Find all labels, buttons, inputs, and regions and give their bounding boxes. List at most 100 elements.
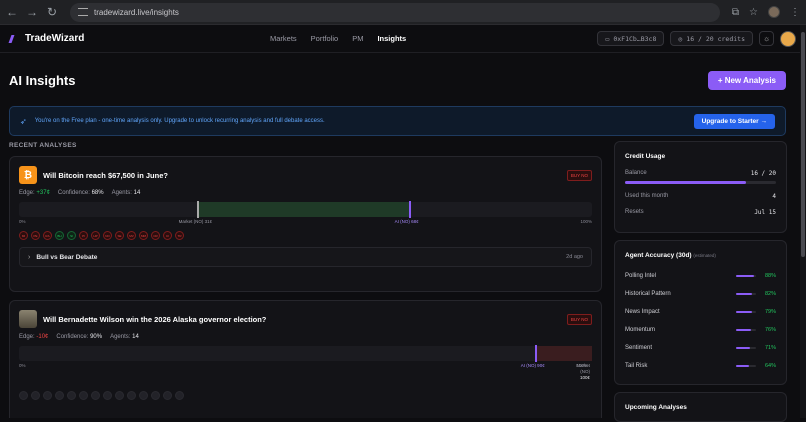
market-price-label: Market (NO) 31¢ [178,219,213,224]
estimated-note: (estimated) [693,253,716,258]
accuracy-bar-fill [736,311,752,313]
reload-icon[interactable]: ↻ [46,5,58,19]
profile-avatar[interactable] [768,6,780,18]
nav-markets[interactable]: Markets [270,34,297,43]
scale-min: 0% [19,219,26,224]
agents-label: Agents: [111,190,132,196]
credit-usage-panel: Credit Usage Balance 16 / 20 Used this m… [614,141,787,233]
agent-chip[interactable]: NO [103,231,112,240]
app-header: TradeWizard Markets Portfolio PM Insight… [0,25,806,53]
accuracy-pct: 71% [764,345,776,351]
credits-pill[interactable]: ◎ 16 / 20 credits [670,31,753,46]
confidence-label: Confidence: [57,190,90,196]
market-marker [196,201,199,218]
page-title: AI Insights [9,73,76,88]
site-settings-icon[interactable] [78,8,88,16]
candidate-photo [19,310,37,328]
agent-chip-placeholder [91,391,100,400]
used-label: Used this month [625,193,669,199]
nav-pm[interactable]: PM [352,34,363,43]
install-icon[interactable]: ⧉ [732,7,739,18]
agents-value: 14 [133,190,141,196]
agent-chip[interactable]: MM [139,231,148,240]
agent-chip-placeholder [19,391,28,400]
agent-chip[interactable]: RA [43,231,52,240]
balance-value: 16 / 20 [750,170,776,177]
agent-chip[interactable]: CR [151,231,160,240]
agent-chip[interactable]: SE [115,231,124,240]
address-bar[interactable]: tradewizard.live/insights [70,2,720,22]
confidence-stat: Confidence: 90% [56,334,102,340]
analysis-question: Will Bernadette Wilson win the 2026 Alas… [43,314,267,324]
back-icon[interactable]: ← [6,5,18,19]
agent-chip-placeholder [163,391,172,400]
recommendation-badge: BUY NO [566,313,592,325]
resets-value: Jul 15 [754,209,776,216]
bookmark-star-icon[interactable]: ☆ [749,7,758,18]
accuracy-pct: 88% [764,273,776,279]
scale-max: 100% [580,219,592,224]
agent-chip[interactable]: PI [79,231,88,240]
theme-toggle-icon[interactable]: ☼ [759,31,774,46]
analysis-card[interactable]: ₿ Will Bitcoin reach $67,500 in June? BU… [9,156,602,292]
wallet-address[interactable]: ▭ 0xF1Cb…B3c8 [597,31,665,46]
brand-name: TradeWizard [25,33,85,44]
accuracy-bar-fill [736,365,749,367]
agent-chip[interactable]: BH [55,231,64,240]
nav-insights[interactable]: Insights [377,34,406,43]
nav-portfolio[interactable]: Portfolio [311,34,339,43]
accuracy-pct: 64% [764,363,776,369]
agent-chip[interactable]: MI [19,231,28,240]
credit-usage-title: Credit Usage [625,153,666,160]
ai-marker [408,201,411,218]
market-label-top: Market [576,363,590,368]
agent-chips: MI PE RA BH SI PI HP NO SE MV MM CR CI TR [10,227,601,240]
agent-chip-placeholder [115,391,124,400]
upgrade-button[interactable]: Upgrade to Starter → [693,113,775,129]
edge-range [196,202,409,217]
agent-chip[interactable]: SI [67,231,76,240]
edge-value: -10¢ [36,334,49,340]
ai-marker [534,345,537,362]
agent-chip-placeholder [67,391,76,400]
balance-label: Balance [625,170,647,176]
agent-chips-loading [10,387,601,400]
agent-name: Historical Pattern [625,291,671,297]
debate-toggle[interactable]: › Bull vs Bear Debate 2d ago [19,247,592,267]
agent-chip[interactable]: MV [127,231,136,240]
accuracy-pct: 79% [764,309,776,315]
accuracy-pct: 82% [764,291,776,297]
free-plan-banner: ➶ You're on the Free plan - one-time ana… [9,106,786,136]
agent-chip-placeholder [31,391,40,400]
analysis-card[interactable]: Will Bernadette Wilson win the 2026 Alas… [9,300,602,418]
menu-icon[interactable]: ⋮ [790,7,800,18]
agent-chip[interactable]: CI [163,231,172,240]
resets-label: Resets [625,209,644,215]
brand[interactable]: TradeWizard [8,33,270,44]
scale-min: 0% [19,363,26,368]
user-avatar[interactable] [780,30,796,47]
agents-label: Agents: [110,334,131,340]
scrollbar-thumb[interactable] [801,32,805,257]
agent-chip-placeholder [79,391,88,400]
accuracy-row: Sentiment 71% [615,339,786,357]
recent-analyses-title: RECENT ANALYSES [9,142,77,149]
market-price-label: 100¢ [579,375,590,380]
balance-progress-fill [625,181,746,184]
agent-name: Sentiment [625,345,653,351]
forward-icon[interactable]: → [26,5,38,19]
agent-chip-placeholder [151,391,160,400]
agent-chip[interactable]: HP [91,231,100,240]
wallet-icon: ▭ [605,34,610,43]
edge-value: +37¢ [36,190,50,196]
used-value: 4 [772,193,776,200]
edge-label: Edge: [19,334,35,340]
debate-age: 2d ago [566,254,583,260]
new-analysis-button[interactable]: + New Analysis [707,71,786,90]
accuracy-row: Polling Intel 88% [615,267,786,285]
accuracy-pct: 76% [764,327,776,333]
confidence-stat: Confidence: 68% [58,190,104,196]
banner-text: You're on the Free plan - one-time analy… [34,118,325,124]
agent-chip[interactable]: TR [175,231,184,240]
agent-chip[interactable]: PE [31,231,40,240]
